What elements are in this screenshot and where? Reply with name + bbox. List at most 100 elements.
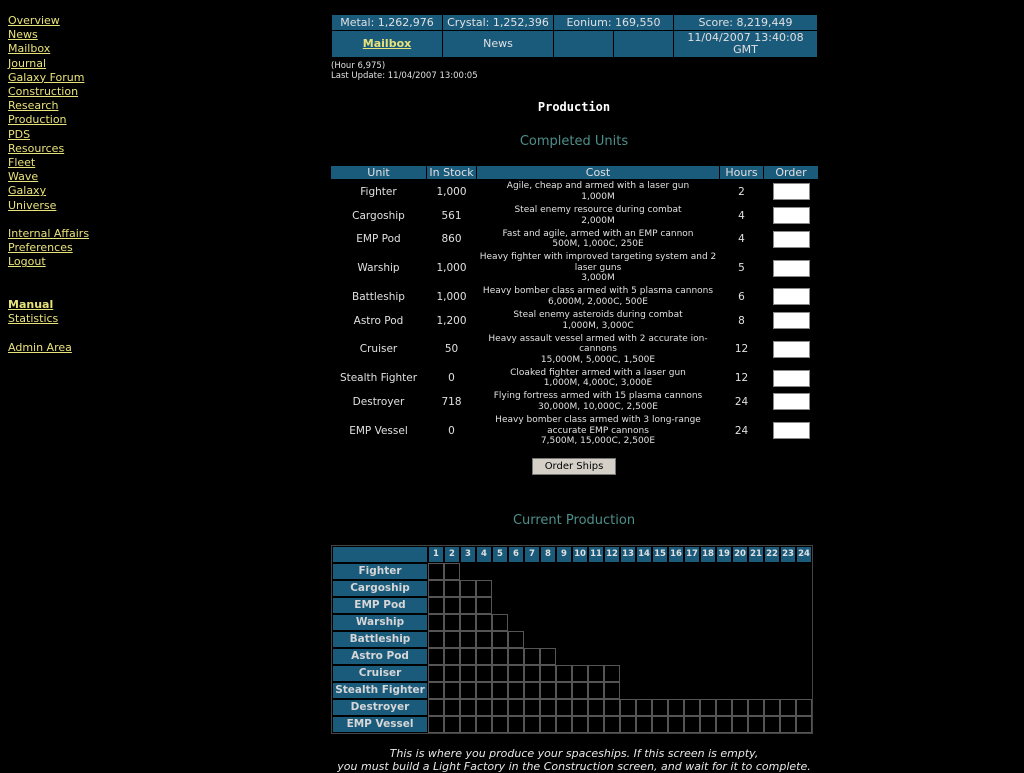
production-slot <box>732 664 748 682</box>
production-slot <box>604 579 620 597</box>
nav-link-internal-affairs[interactable]: Internal Affairs <box>8 227 118 241</box>
order-ships-button[interactable]: Order Ships <box>531 457 617 475</box>
order-quantity-input[interactable] <box>772 230 810 248</box>
production-slot <box>732 562 748 580</box>
production-slot <box>588 715 604 733</box>
hour-column-header: 15 <box>652 545 668 563</box>
order-quantity-input[interactable] <box>772 369 810 387</box>
order-quantity-input[interactable] <box>772 288 810 306</box>
unit-description: Fast and agile, armed with an EMP cannon <box>502 228 694 239</box>
production-row-label: Destroyer <box>332 698 428 716</box>
production-slot <box>764 613 780 631</box>
production-slot <box>620 681 636 699</box>
unit-order-cell <box>764 285 819 309</box>
production-slot <box>540 562 556 580</box>
production-slot <box>572 715 588 733</box>
production-slot <box>476 647 492 665</box>
production-slot <box>668 596 684 614</box>
nav-link-resources[interactable]: Resources <box>8 142 118 156</box>
unit-cost: Heavy bomber class armed with 5 plasma c… <box>477 285 720 309</box>
production-slot <box>684 562 700 580</box>
production-slot <box>684 698 700 716</box>
unit-hours: 2 <box>738 185 745 198</box>
nav-link-mailbox[interactable]: Mailbox <box>8 42 118 56</box>
order-quantity-input[interactable] <box>772 422 810 440</box>
nav-link-logout[interactable]: Logout <box>8 255 118 269</box>
col-cost: Cost <box>476 165 720 180</box>
unit-description: Heavy bomber class armed with 3 long-ran… <box>495 415 701 436</box>
production-slot <box>780 613 796 631</box>
production-slot <box>700 681 716 699</box>
production-slot <box>508 664 524 682</box>
unit-price: 3,000M <box>581 273 615 284</box>
nav-link-preferences[interactable]: Preferences <box>8 241 118 255</box>
nav-link-universe[interactable]: Universe <box>8 199 118 213</box>
order-quantity-input[interactable] <box>772 207 810 225</box>
unit-hours: 12 <box>734 372 749 385</box>
nav-link-galaxy-forum[interactable]: Galaxy Forum <box>8 71 118 85</box>
production-slot <box>588 664 604 682</box>
mailbox-link[interactable]: Mailbox <box>363 37 411 50</box>
unit-price: 2,000M <box>581 215 615 226</box>
production-slot <box>652 613 668 631</box>
production-slot <box>428 681 444 699</box>
production-slot <box>604 562 620 580</box>
nav-link-research[interactable]: Research <box>8 99 118 113</box>
production-slot <box>700 715 716 733</box>
production-slot <box>460 647 476 665</box>
production-row-label: Cruiser <box>332 664 428 682</box>
nav-link-statistics[interactable]: Statistics <box>8 312 118 326</box>
nav-link-news[interactable]: News <box>8 28 118 42</box>
production-slot <box>492 579 508 597</box>
production-slot <box>444 664 460 682</box>
production-slot <box>716 647 732 665</box>
nav-link-production[interactable]: Production <box>8 113 118 127</box>
production-slot <box>444 698 460 716</box>
production-slot <box>668 715 684 733</box>
hour-column-header: 20 <box>732 545 748 563</box>
production-slot <box>604 715 620 733</box>
production-slot <box>796 715 812 733</box>
unit-stock: 718 <box>441 395 462 408</box>
production-row: Destroyer <box>332 698 812 716</box>
nav-link-fleet[interactable]: Fleet <box>8 156 118 170</box>
nav-link-admin-area[interactable]: Admin Area <box>8 341 118 355</box>
hour-column-header: 17 <box>684 545 700 563</box>
production-slot <box>796 630 812 648</box>
nav-link-galaxy[interactable]: Galaxy <box>8 184 118 198</box>
production-slot <box>588 681 604 699</box>
nav-link-overview[interactable]: Overview <box>8 14 118 28</box>
production-slot <box>652 579 668 597</box>
production-slot <box>428 579 444 597</box>
news-cell[interactable]: News <box>442 30 554 58</box>
production-slot <box>460 698 476 716</box>
production-slot <box>524 698 540 716</box>
nav-link-construction[interactable]: Construction <box>8 85 118 99</box>
nav-link-journal[interactable]: Journal <box>8 57 118 71</box>
production-slot <box>476 562 492 580</box>
nav-link-wave[interactable]: Wave <box>8 170 118 184</box>
unit-order-cell <box>764 332 819 366</box>
unit-description: Agile, cheap and armed with a laser gun <box>506 181 690 192</box>
production-slot <box>556 664 572 682</box>
production-slot <box>748 579 764 597</box>
unit-cost: Heavy fighter with improved targeting sy… <box>477 251 720 285</box>
unit-price: 500M, 1,000C, 250E <box>552 239 644 250</box>
unit-row: Stealth Fighter 0 Cloaked fighter armed wi… <box>331 366 819 390</box>
production-slot <box>588 613 604 631</box>
production-slot <box>796 562 812 580</box>
nav-link-pds[interactable]: PDS <box>8 128 118 142</box>
production-slot <box>748 630 764 648</box>
order-quantity-input[interactable] <box>772 340 810 358</box>
resource-header: Metal: 1,262,976 Crystal: 1,252,396 Eoni… <box>331 14 818 58</box>
production-slot <box>796 698 812 716</box>
order-quantity-input[interactable] <box>772 393 810 411</box>
production-slot <box>684 613 700 631</box>
order-quantity-input[interactable] <box>772 183 810 201</box>
production-slot <box>652 630 668 648</box>
production-slot <box>764 664 780 682</box>
order-quantity-input[interactable] <box>772 259 810 277</box>
nav-link-manual[interactable]: Manual <box>8 298 118 312</box>
order-quantity-input[interactable] <box>772 312 810 330</box>
production-slot <box>508 715 524 733</box>
